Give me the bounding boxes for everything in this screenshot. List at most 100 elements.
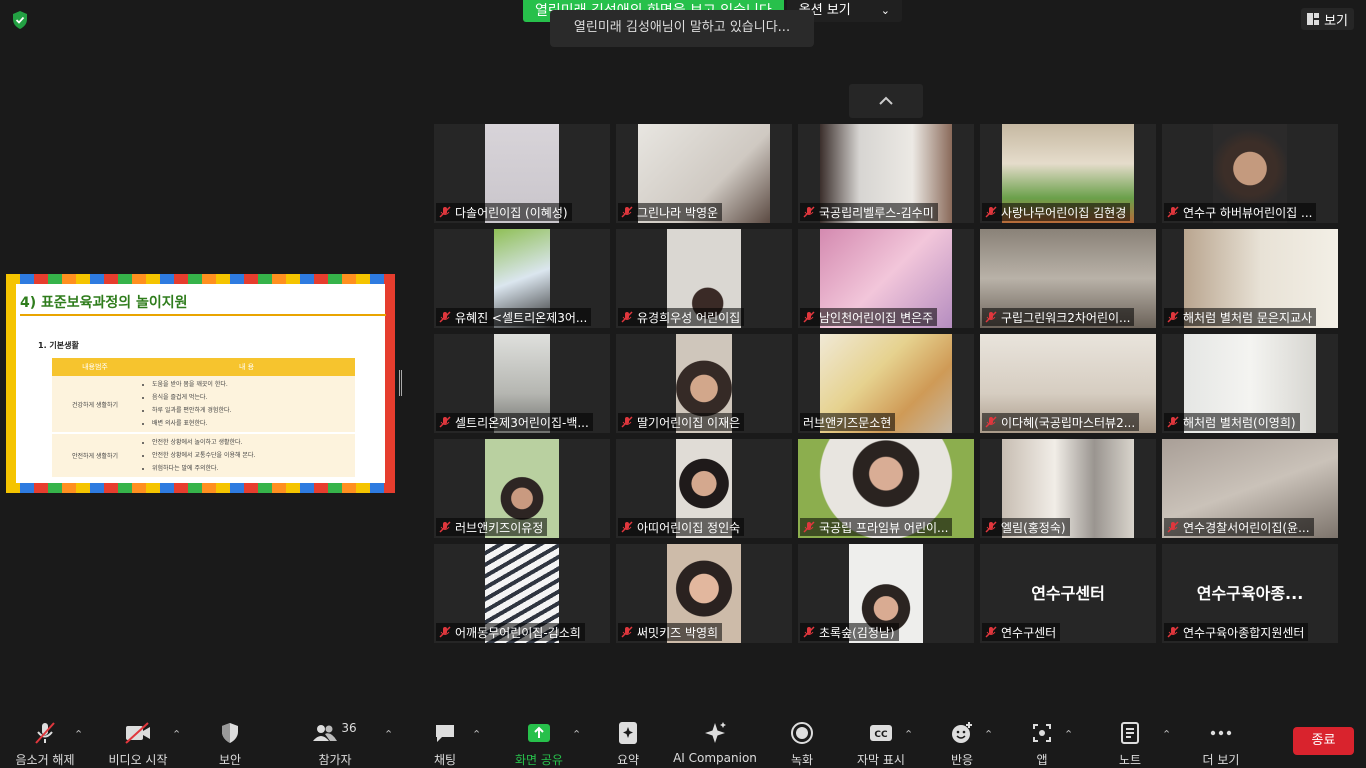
notes-icon: [1121, 722, 1139, 744]
participant-tile[interactable]: 그린나라 박영운: [616, 124, 792, 223]
muted-mic-icon: [985, 416, 997, 428]
muted-mic-icon: [621, 206, 633, 218]
share-screen-button[interactable]: 화면 공유: [510, 712, 568, 768]
captions-button[interactable]: CC 자막 표시: [852, 712, 910, 768]
participant-tile[interactable]: 연수구센터 연수구센터: [980, 544, 1156, 643]
record-icon: [791, 722, 813, 744]
muted-mic-icon: [1167, 521, 1179, 533]
more-dots-icon: [1210, 730, 1232, 736]
participant-tile[interactable]: 국공립리벨루스-김수미: [798, 124, 974, 223]
notes-button[interactable]: 노트: [1110, 712, 1150, 768]
record-button[interactable]: 녹화: [782, 712, 822, 768]
muted-mic-icon: [439, 626, 451, 638]
participant-name: 해처럼 별처럼(이영희): [1183, 415, 1296, 430]
participant-tile[interactable]: 러브앤키즈이유정: [434, 439, 610, 538]
participant-name: 러브앤키즈문소현: [803, 415, 892, 430]
muted-mic-icon: [985, 626, 997, 638]
participant-tile[interactable]: 다솔어린이집 (이혜성): [434, 124, 610, 223]
more-button[interactable]: 더 보기: [1196, 712, 1246, 768]
participant-name: 어깨동무어린이집-김소희: [455, 625, 581, 640]
security-shield-icon[interactable]: [10, 10, 30, 30]
participant-name: 남인천어린이집 변은주: [819, 310, 934, 325]
collapse-thumbnails-button[interactable]: [849, 84, 923, 118]
muted-mic-icon: [439, 416, 451, 428]
participant-tile[interactable]: 딸기어린이집 이재은: [616, 334, 792, 433]
muted-mic-icon: [439, 521, 451, 533]
muted-mic-icon: [439, 206, 451, 218]
participant-tile[interactable]: 해처럼 별처럼(이영희): [1162, 334, 1338, 433]
participant-name: 셀트리온제3어린이집-백...: [455, 415, 589, 430]
participants-options-caret[interactable]: ⌃: [384, 728, 393, 741]
summary-button[interactable]: 요약: [608, 712, 648, 768]
participant-tile[interactable]: 연수구 하버뷰어린이집 ...: [1162, 124, 1338, 223]
apps-options-caret[interactable]: ⌃: [1064, 728, 1073, 741]
participant-tile[interactable]: 연수구육아종... 연수구육아종합지원센터: [1162, 544, 1338, 643]
participant-tile[interactable]: 국공립 프라임뷰 어린이...: [798, 439, 974, 538]
participant-name: 구립그린워크2차어린이...: [1001, 310, 1131, 325]
participant-tile[interactable]: 유혜진 <셀트리온제3어...: [434, 229, 610, 328]
share-options-caret[interactable]: ⌃: [572, 728, 581, 741]
split-resize-handle[interactable]: [399, 370, 402, 396]
muted-mic-icon: [985, 206, 997, 218]
notes-options-caret[interactable]: ⌃: [1162, 728, 1171, 741]
apps-button[interactable]: 앱: [1022, 712, 1062, 768]
reactions-options-caret[interactable]: ⌃: [984, 728, 993, 741]
start-video-button[interactable]: 비디오 시작: [104, 712, 172, 768]
participant-tile[interactable]: 해처럼 별처럼 문은지교사: [1162, 229, 1338, 328]
participant-grid: 다솔어린이집 (이혜성) 그린나라 박영운 국공립리벨루스-김수미 사랑나무어린…: [434, 124, 1338, 643]
table-header: 내 용: [138, 358, 355, 376]
summary-icon: [619, 722, 637, 744]
chat-options-caret[interactable]: ⌃: [472, 728, 481, 741]
shared-screen: 4) 표준보육과정의 놀이지원 1. 기본생활 내용범주 내 용 건강하게 생활…: [6, 274, 395, 493]
reactions-button[interactable]: 반응: [942, 712, 982, 768]
participant-tile[interactable]: 유경희우성 어린이집: [616, 229, 792, 328]
participants-button[interactable]: 36 참가자: [310, 712, 360, 768]
muted-mic-icon: [621, 311, 633, 323]
ai-companion-button[interactable]: AI Companion: [672, 712, 758, 768]
chevron-up-icon: [879, 96, 893, 105]
audio-options-caret[interactable]: ⌃: [74, 728, 83, 741]
table-row: 건강하게 생활하기 도움을 받아 몸을 깨끗이 한다. 음식을 즐겁게 먹는다.…: [52, 376, 355, 432]
participant-name: 러브앤키즈이유정: [455, 520, 544, 535]
apps-icon: [1033, 724, 1051, 742]
participant-tile[interactable]: 러브앤키즈문소현: [798, 334, 974, 433]
captions-options-caret[interactable]: ⌃: [904, 728, 913, 741]
participant-tile[interactable]: 초록숲(김정남): [798, 544, 974, 643]
layout-icon: [1307, 13, 1320, 25]
participants-count: 36: [341, 721, 357, 735]
participant-tile[interactable]: 이다혜(국공립마스터뷰2...: [980, 334, 1156, 433]
participant-name: 다솔어린이집 (이혜성): [455, 205, 568, 220]
emoji-icon: [952, 722, 972, 743]
participant-tile[interactable]: 써밋키즈 박영희: [616, 544, 792, 643]
participant-tile[interactable]: 셀트리온제3어린이집-백...: [434, 334, 610, 433]
muted-mic-icon: [803, 206, 815, 218]
end-meeting-button[interactable]: 종료: [1293, 727, 1354, 755]
participant-name: 연수구육아종합지원센터: [1183, 625, 1305, 640]
video-options-caret[interactable]: ⌃: [172, 728, 181, 741]
participant-tile[interactable]: 연수경찰서어린이집(윤...: [1162, 439, 1338, 538]
participant-name: 엘림(홍정숙): [1001, 520, 1066, 535]
muted-mic-icon: [803, 521, 815, 533]
muted-mic-icon: [985, 521, 997, 533]
participant-display-name: 연수구육아종...: [1196, 584, 1304, 603]
participant-tile[interactable]: 아띠어린이집 정인숙: [616, 439, 792, 538]
muted-mic-icon: [985, 311, 997, 323]
participant-name: 초록숲(김정남): [819, 625, 895, 640]
muted-microphone-icon: [35, 722, 55, 744]
participant-name: 아띠어린이집 정인숙: [637, 520, 741, 535]
participant-tile[interactable]: 엘림(홍정숙): [980, 439, 1156, 538]
participant-tile[interactable]: 남인천어린이집 변은주: [798, 229, 974, 328]
participant-name: 유경희우성 어린이집: [637, 310, 741, 325]
participant-name: 연수구센터: [1001, 625, 1057, 640]
chat-button[interactable]: 채팅: [422, 712, 468, 768]
slide-subtitle: 1. 기본생활: [38, 341, 79, 350]
unmute-button[interactable]: 음소거 해제: [12, 712, 78, 768]
participant-tile[interactable]: 사랑나무어린이집 김현경: [980, 124, 1156, 223]
participant-tile[interactable]: 어깨동무어린이집-김소희: [434, 544, 610, 643]
view-button[interactable]: 보기: [1301, 8, 1354, 30]
security-button[interactable]: 보안: [206, 712, 254, 768]
participant-tile[interactable]: 구립그린워크2차어린이...: [980, 229, 1156, 328]
participant-name: 사랑나무어린이집 김현경: [1001, 205, 1127, 220]
participant-name: 유혜진 <셀트리온제3어...: [455, 310, 588, 325]
participant-name: 이다혜(국공립마스터뷰2...: [1001, 415, 1136, 430]
